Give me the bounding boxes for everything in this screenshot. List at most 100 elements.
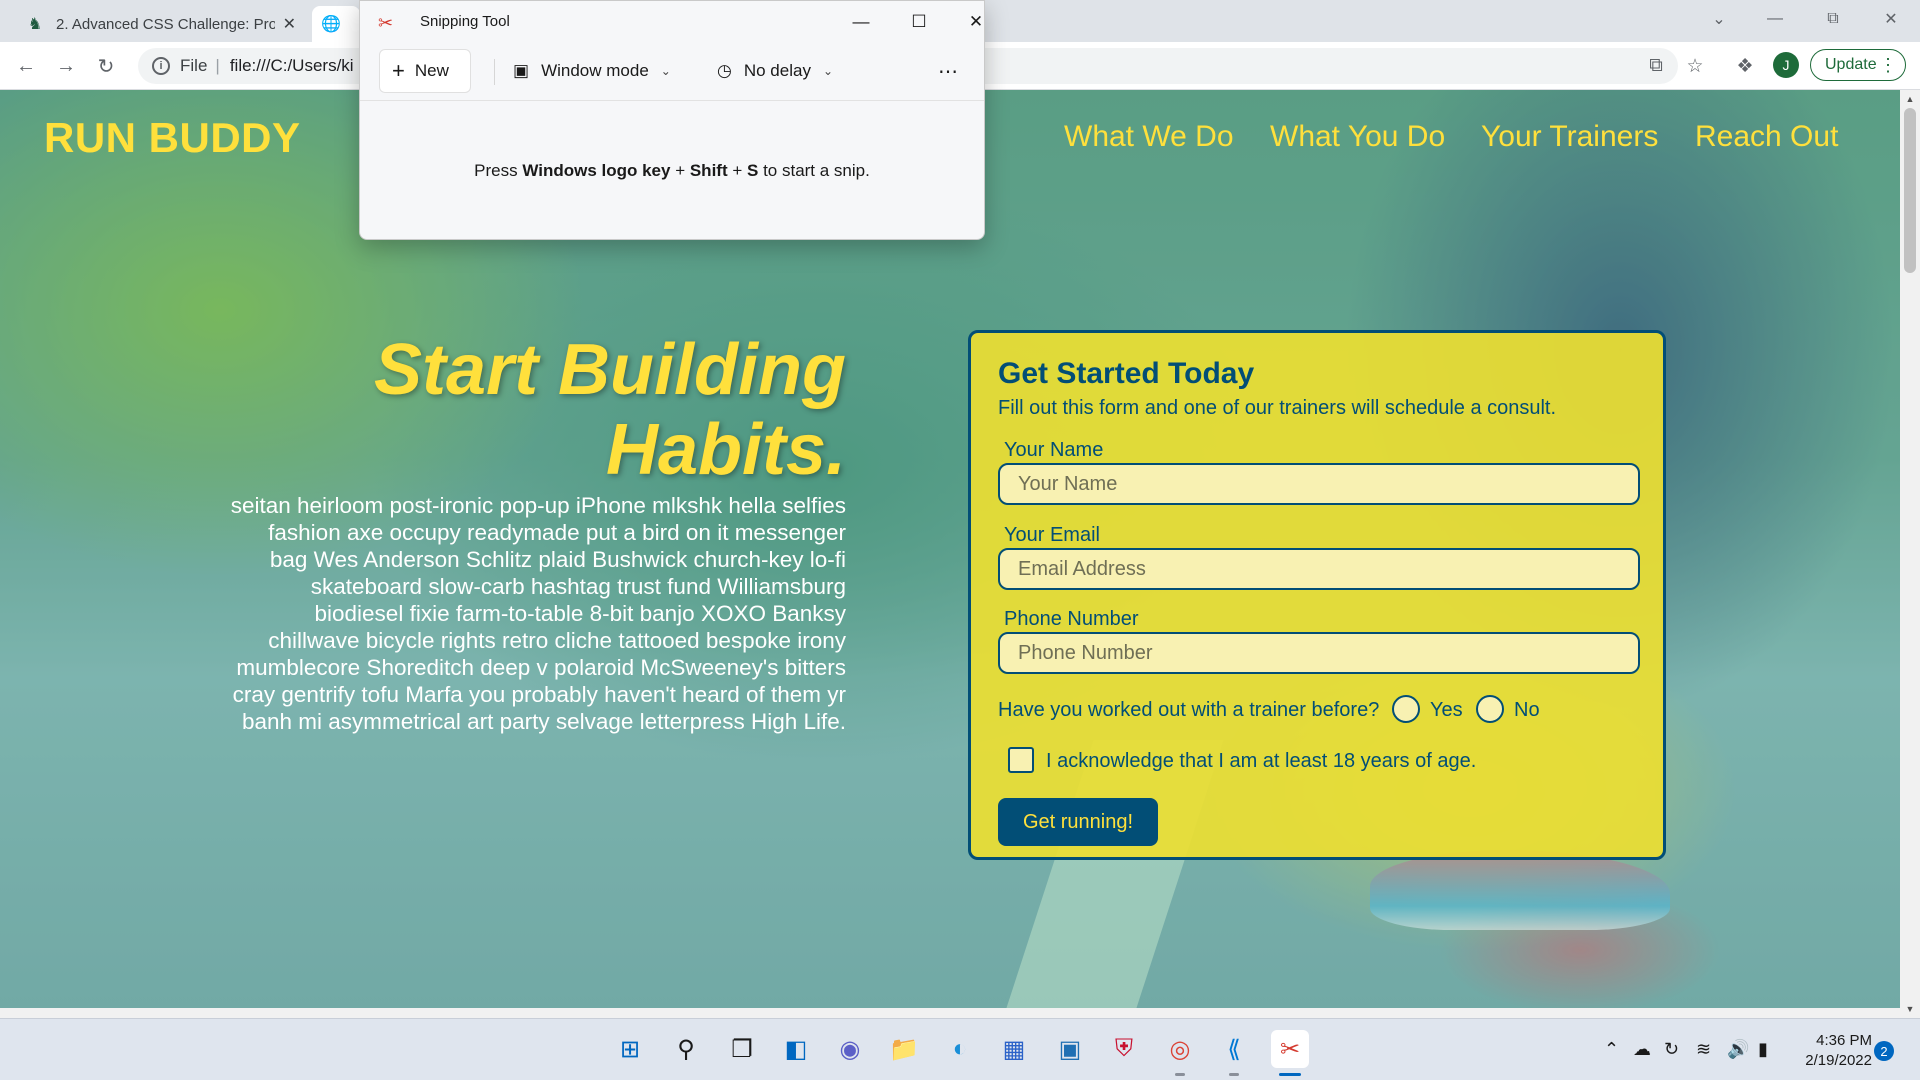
phone-label: Phone Number bbox=[1004, 608, 1139, 630]
browser-tab-css-challenge[interactable]: ♞ 2. Advanced CSS Challenge: Prof ✕ bbox=[16, 6, 306, 42]
taskbar-clock[interactable]: 4:36 PM 2/19/2022 bbox=[1796, 1031, 1872, 1071]
update-button[interactable]: Update ⋮ bbox=[1810, 49, 1906, 81]
teams-chat-icon[interactable]: ◉ bbox=[831, 1030, 869, 1068]
hero-title: Start Building Habits. bbox=[374, 330, 846, 490]
browser-tab-run-buddy[interactable]: 🌐 F bbox=[312, 6, 360, 42]
bookmark-star-icon[interactable]: ☆ bbox=[1683, 54, 1707, 78]
get-running-button[interactable]: Get running! bbox=[998, 798, 1158, 846]
nav-what-you-do[interactable]: What You Do bbox=[1270, 120, 1445, 154]
clock-time: 4:36 PM bbox=[1816, 1032, 1872, 1049]
show-hidden-icons-chevron-icon[interactable]: ⌃ bbox=[1604, 1039, 1619, 1060]
address-url: file:///C:/Users/ki bbox=[229, 56, 354, 75]
vscode-icon[interactable]: ⟪ bbox=[1215, 1030, 1253, 1068]
snip-instruction: Press Windows logo key + Shift + S to st… bbox=[360, 161, 984, 181]
instruction-key-windows: Windows logo key bbox=[522, 161, 671, 180]
clock-icon: ◷ bbox=[717, 61, 732, 80]
radio-no-label: No bbox=[1514, 699, 1540, 721]
volume-icon[interactable]: 🔊 bbox=[1727, 1039, 1749, 1060]
more-vertical-icon[interactable]: ⋮ bbox=[1879, 55, 1897, 76]
snipping-tool-commandbar: + New ▣ Window mode ⌄ ◷ No delay ⌄ ⋯ bbox=[360, 49, 984, 101]
email-input[interactable] bbox=[998, 548, 1640, 590]
new-snip-label: New bbox=[414, 61, 449, 80]
tab-search-chevron-icon[interactable]: ⌄ bbox=[1692, 0, 1746, 38]
snipping-tool-title: Snipping Tool bbox=[420, 13, 510, 30]
share-icon[interactable]: ⧉ bbox=[1644, 54, 1668, 78]
instruction-plus: + bbox=[727, 161, 747, 180]
reload-icon[interactable]: ↻ bbox=[90, 50, 122, 82]
chrome-icon[interactable]: ◎ bbox=[1161, 1030, 1199, 1068]
nav-what-we-do[interactable]: What We Do bbox=[1064, 120, 1234, 154]
notification-badge[interactable]: 2 bbox=[1874, 1041, 1894, 1061]
scrollbar-thumb[interactable] bbox=[1904, 108, 1916, 273]
instruction-text: Press bbox=[474, 161, 523, 180]
trainer-question: Have you worked out with a trainer befor… bbox=[998, 699, 1380, 721]
signup-form: Get Started Today Fill out this form and… bbox=[968, 330, 1666, 860]
tab-title: 2. Advanced CSS Challenge: Prof bbox=[56, 15, 275, 33]
window-mode-icon: ▣ bbox=[513, 61, 530, 80]
snipping-tool-titlebar[interactable]: ✂ Snipping Tool — ☐ ✕ bbox=[360, 1, 984, 45]
snipping-tool-active-indicator bbox=[1279, 1073, 1301, 1076]
chevron-down-icon: ⌄ bbox=[822, 64, 834, 78]
address-separator: | bbox=[215, 56, 220, 75]
vscode-running-indicator bbox=[1229, 1073, 1239, 1076]
nav-your-trainers[interactable]: Your Trainers bbox=[1481, 120, 1658, 154]
msu-spartan-icon: ♞ bbox=[27, 16, 43, 33]
wifi-icon[interactable]: ≋ bbox=[1696, 1039, 1711, 1060]
microsoft-store-icon[interactable]: ▦ bbox=[995, 1030, 1033, 1068]
scroll-down-arrow-icon[interactable]: ▼ bbox=[1900, 1002, 1920, 1016]
search-icon[interactable]: ⚲ bbox=[667, 1030, 705, 1068]
hero-body-text: seitan heirloom post-ironic pop-up iPhon… bbox=[230, 493, 846, 734]
dell-app-icon[interactable]: ▣ bbox=[1051, 1030, 1089, 1068]
task-view-icon[interactable]: ❐ bbox=[723, 1030, 761, 1068]
globe-icon: 🌐 bbox=[321, 16, 341, 33]
vertical-scrollbar[interactable]: ▲ ▼ bbox=[1900, 90, 1920, 1018]
snipping-tool-taskbar-icon[interactable]: ✂ bbox=[1271, 1030, 1309, 1068]
phone-input[interactable] bbox=[998, 632, 1640, 674]
name-label: Your Name bbox=[1004, 439, 1104, 461]
windows-taskbar: ⊞ ⚲ ❐ ◧ ◉ 📁 ◐ ▦ ▣ ⛨ ◎ ⟪ ✂ ⌃ ☁ ↻ ≋ 🔊 ▮ 4:… bbox=[0, 1018, 1920, 1080]
radio-yes-label: Yes bbox=[1430, 699, 1463, 721]
widgets-icon[interactable]: ◧ bbox=[777, 1030, 815, 1068]
snip-delay-label: No delay bbox=[743, 61, 811, 80]
snip-maximize-icon[interactable]: ☐ bbox=[899, 7, 939, 37]
update-label: Update bbox=[1825, 56, 1877, 73]
restore-icon[interactable]: ⧉ bbox=[1806, 0, 1860, 38]
file-explorer-icon[interactable]: 📁 bbox=[885, 1030, 923, 1068]
snip-mode-dropdown[interactable]: ▣ Window mode ⌄ bbox=[513, 59, 671, 83]
radio-no[interactable] bbox=[1476, 695, 1504, 723]
snip-minimize-icon[interactable]: — bbox=[841, 7, 881, 37]
age-checkbox[interactable] bbox=[1008, 747, 1034, 773]
start-windows-icon[interactable]: ⊞ bbox=[611, 1030, 649, 1068]
profile-avatar[interactable]: J bbox=[1773, 52, 1799, 78]
radio-yes[interactable] bbox=[1392, 695, 1420, 723]
back-arrow-icon[interactable]: ← bbox=[10, 50, 42, 82]
instruction-text: to start a snip. bbox=[758, 161, 870, 180]
mcafee-icon[interactable]: ⛨ bbox=[1105, 1030, 1143, 1068]
form-subtitle: Fill out this form and one of our traine… bbox=[998, 397, 1557, 419]
edge-browser-icon[interactable]: ◐ bbox=[941, 1030, 979, 1068]
close-tab-icon[interactable]: ✕ bbox=[283, 14, 296, 34]
nav-reach-out[interactable]: Reach Out bbox=[1695, 120, 1838, 154]
snipping-tool-window: ✂ Snipping Tool — ☐ ✕ + New ▣ Window mod… bbox=[359, 0, 985, 240]
snip-mode-label: Window mode bbox=[541, 61, 649, 80]
command-divider bbox=[494, 59, 495, 85]
battery-icon[interactable]: ▮ bbox=[1758, 1039, 1768, 1060]
minimize-icon[interactable]: — bbox=[1748, 0, 1802, 38]
site-logo[interactable]: RUN BUDDY bbox=[44, 114, 301, 162]
form-title: Get Started Today bbox=[998, 357, 1255, 390]
email-label: Your Email bbox=[1004, 524, 1100, 546]
name-input[interactable] bbox=[998, 463, 1640, 505]
scroll-up-arrow-icon[interactable]: ▲ bbox=[1900, 92, 1920, 106]
onedrive-cloud-icon[interactable]: ☁ bbox=[1633, 1039, 1651, 1060]
snip-delay-dropdown[interactable]: ◷ No delay ⌄ bbox=[717, 59, 833, 83]
close-window-icon[interactable]: ✕ bbox=[1864, 0, 1918, 38]
snip-close-icon[interactable]: ✕ bbox=[956, 7, 996, 37]
more-options-icon[interactable]: ⋯ bbox=[938, 59, 959, 84]
extensions-puzzle-icon[interactable]: ❖ bbox=[1733, 54, 1757, 78]
new-snip-button[interactable]: + New bbox=[379, 49, 471, 93]
sync-icon[interactable]: ↻ bbox=[1664, 1039, 1679, 1060]
info-icon[interactable]: i bbox=[152, 57, 170, 75]
instruction-plus: + bbox=[670, 161, 690, 180]
forward-arrow-icon[interactable]: → bbox=[50, 50, 82, 82]
horizontal-scrollbar[interactable] bbox=[0, 1008, 1900, 1018]
